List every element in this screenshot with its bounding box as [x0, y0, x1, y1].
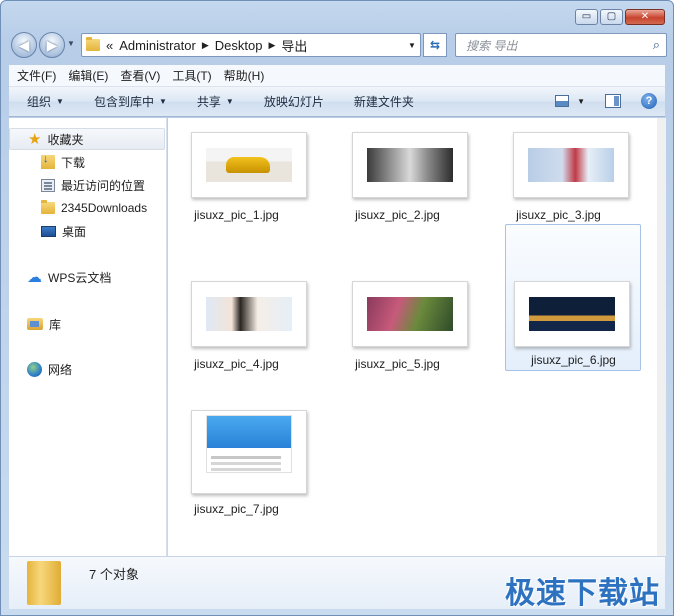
organize-button[interactable]: 组织 ▼	[27, 93, 64, 110]
address-bar[interactable]: « Administrator ▶ Desktop ▶ 导出 ▼	[81, 33, 421, 57]
menu-tools[interactable]: 工具(T)	[172, 67, 211, 84]
nav-desktop-label: 桌面	[62, 224, 87, 239]
nav-network[interactable]: 网络	[9, 358, 72, 380]
nav-wps-cloud[interactable]: ☁ WPS云文档	[9, 266, 111, 288]
network-icon	[27, 361, 42, 377]
file-list: jisuxz_pic_1.jpg jisuxz_pic_2.jpg jisuxz…	[168, 118, 657, 556]
folder-icon	[41, 200, 55, 214]
file-name: jisuxz_pic_3.jpg	[516, 208, 601, 222]
recent-places-icon	[41, 178, 55, 192]
address-dropdown-button[interactable]: ▼	[404, 34, 420, 56]
slideshow-button[interactable]: 放映幻灯片	[264, 93, 324, 110]
forward-button[interactable]: ▶	[39, 32, 65, 58]
menu-bar: 文件(F) 编辑(E) 查看(V) 工具(T) 帮助(H)	[9, 65, 665, 87]
file-name: jisuxz_pic_5.jpg	[355, 357, 440, 371]
file-item[interactable]: jisuxz_pic_1.jpg	[169, 128, 307, 274]
image-thumbnail-icon	[191, 281, 307, 347]
file-name: jisuxz_pic_4.jpg	[194, 357, 279, 371]
download-folder-icon	[41, 153, 55, 169]
file-item[interactable]: jisuxz_pic_4.jpg	[169, 277, 307, 423]
organize-label: 组织	[27, 95, 52, 109]
library-icon	[27, 318, 43, 330]
view-controls: ▼ ?	[555, 93, 657, 109]
nav-desktop[interactable]: 桌面	[9, 220, 86, 242]
vertical-scrollbar[interactable]	[657, 118, 666, 556]
image-thumbnail-icon	[514, 281, 630, 347]
search-box[interactable]: 搜索 导出 ⌕	[455, 33, 667, 57]
breadcrumb-desktop[interactable]: Desktop	[215, 38, 263, 53]
menu-edit[interactable]: 编辑(E)	[68, 67, 108, 84]
help-icon[interactable]: ?	[641, 93, 657, 109]
image-thumbnail-icon	[352, 132, 468, 198]
nav-recent-label: 最近访问的位置	[61, 178, 146, 193]
breadcrumb-administrator[interactable]: Administrator	[119, 38, 196, 53]
search-icon[interactable]: ⌕	[653, 37, 660, 53]
cloud-icon: ☁	[27, 269, 42, 286]
search-input[interactable]: 搜索 导出	[466, 37, 653, 54]
nav-recent[interactable]: 最近访问的位置	[9, 174, 145, 196]
nav-library[interactable]: 库	[9, 313, 61, 335]
chevron-down-icon: ▼	[158, 97, 167, 106]
recent-pages-dropdown[interactable]: ▼	[67, 39, 75, 48]
new-folder-button[interactable]: 新建文件夹	[354, 93, 414, 110]
menu-help[interactable]: 帮助(H)	[224, 67, 265, 84]
file-name: jisuxz_pic_7.jpg	[194, 502, 279, 516]
caption-buttons: ▭ ▢ ✕	[573, 9, 665, 25]
image-thumbnail-icon	[191, 132, 307, 198]
image-thumbnail-icon	[191, 410, 307, 494]
nav-favorites[interactable]: ★ 收藏夹	[9, 128, 165, 150]
navigation-row: ◀ ▶ ▼ « Administrator ▶ Desktop ▶ 导出 ▼ ⇆…	[9, 31, 667, 59]
nav-downloads[interactable]: 下载	[9, 151, 85, 173]
image-thumbnail-icon	[352, 281, 468, 347]
chevron-right-icon[interactable]: ▶	[268, 40, 275, 51]
image-thumbnail-icon	[513, 132, 629, 198]
nav-network-label: 网络	[48, 362, 73, 377]
breadcrumb-overflow[interactable]: «	[106, 38, 113, 53]
file-name: jisuxz_pic_1.jpg	[194, 208, 279, 222]
include-in-library-button[interactable]: 包含到库中 ▼	[94, 93, 167, 110]
menu-file[interactable]: 文件(F)	[17, 67, 56, 84]
chevron-right-icon[interactable]: ▶	[202, 40, 209, 51]
change-view-icon[interactable]	[555, 95, 570, 107]
chevron-down-icon: ▼	[56, 97, 64, 106]
nav-wps-cloud-label: WPS云文档	[48, 270, 112, 285]
file-name: jisuxz_pic_2.jpg	[355, 208, 440, 222]
nav-2345downloads[interactable]: 2345Downloads	[9, 197, 147, 219]
explorer-window: ▭ ▢ ✕ ◀ ▶ ▼ « Administrator ▶ Desktop ▶ …	[0, 0, 674, 616]
file-item[interactable]: jisuxz_pic_5.jpg	[330, 277, 468, 423]
file-name: jisuxz_pic_6.jpg	[531, 353, 616, 367]
share-button[interactable]: 共享 ▼	[197, 93, 234, 110]
folder-icon	[86, 37, 100, 51]
command-bar: 组织 ▼ 包含到库中 ▼ 共享 ▼ 放映幻灯片 新建文件夹 ▼ ?	[9, 87, 665, 117]
share-label: 共享	[196, 95, 221, 109]
maximize-button[interactable]: ▢	[600, 9, 623, 25]
back-button[interactable]: ◀	[11, 32, 37, 58]
minimize-button[interactable]: ▭	[575, 9, 598, 25]
star-icon: ★	[28, 131, 42, 148]
navigation-pane: ★ 收藏夹 下载 最近访问的位置 2345Downloads 桌面 ☁ WPS云…	[9, 118, 167, 556]
folder-icon	[27, 561, 61, 605]
nav-favorites-label: 收藏夹	[47, 132, 84, 147]
file-item[interactable]: jisuxz_pic_2.jpg	[330, 128, 468, 274]
refresh-button[interactable]: ⇆	[423, 33, 447, 57]
nav-downloads-label: 下载	[61, 155, 86, 170]
watermark-logo: 极速下载站	[505, 577, 660, 610]
include-in-library-label: 包含到库中	[93, 95, 154, 109]
preview-pane-icon[interactable]	[605, 94, 621, 108]
file-item-selected[interactable]: jisuxz_pic_6.jpg	[505, 224, 641, 371]
item-count: 7 个对象	[89, 567, 139, 582]
nav-library-label: 库	[49, 317, 62, 332]
view-options-dropdown[interactable]: ▼	[577, 97, 585, 106]
nav-2345downloads-label: 2345Downloads	[61, 201, 148, 215]
menu-view[interactable]: 查看(V)	[120, 67, 160, 84]
file-item[interactable]: jisuxz_pic_7.jpg	[169, 406, 307, 552]
chevron-down-icon: ▼	[225, 97, 234, 106]
breadcrumb-export[interactable]: 导出	[281, 36, 307, 55]
desktop-icon	[41, 225, 56, 237]
close-button[interactable]: ✕	[625, 9, 665, 25]
